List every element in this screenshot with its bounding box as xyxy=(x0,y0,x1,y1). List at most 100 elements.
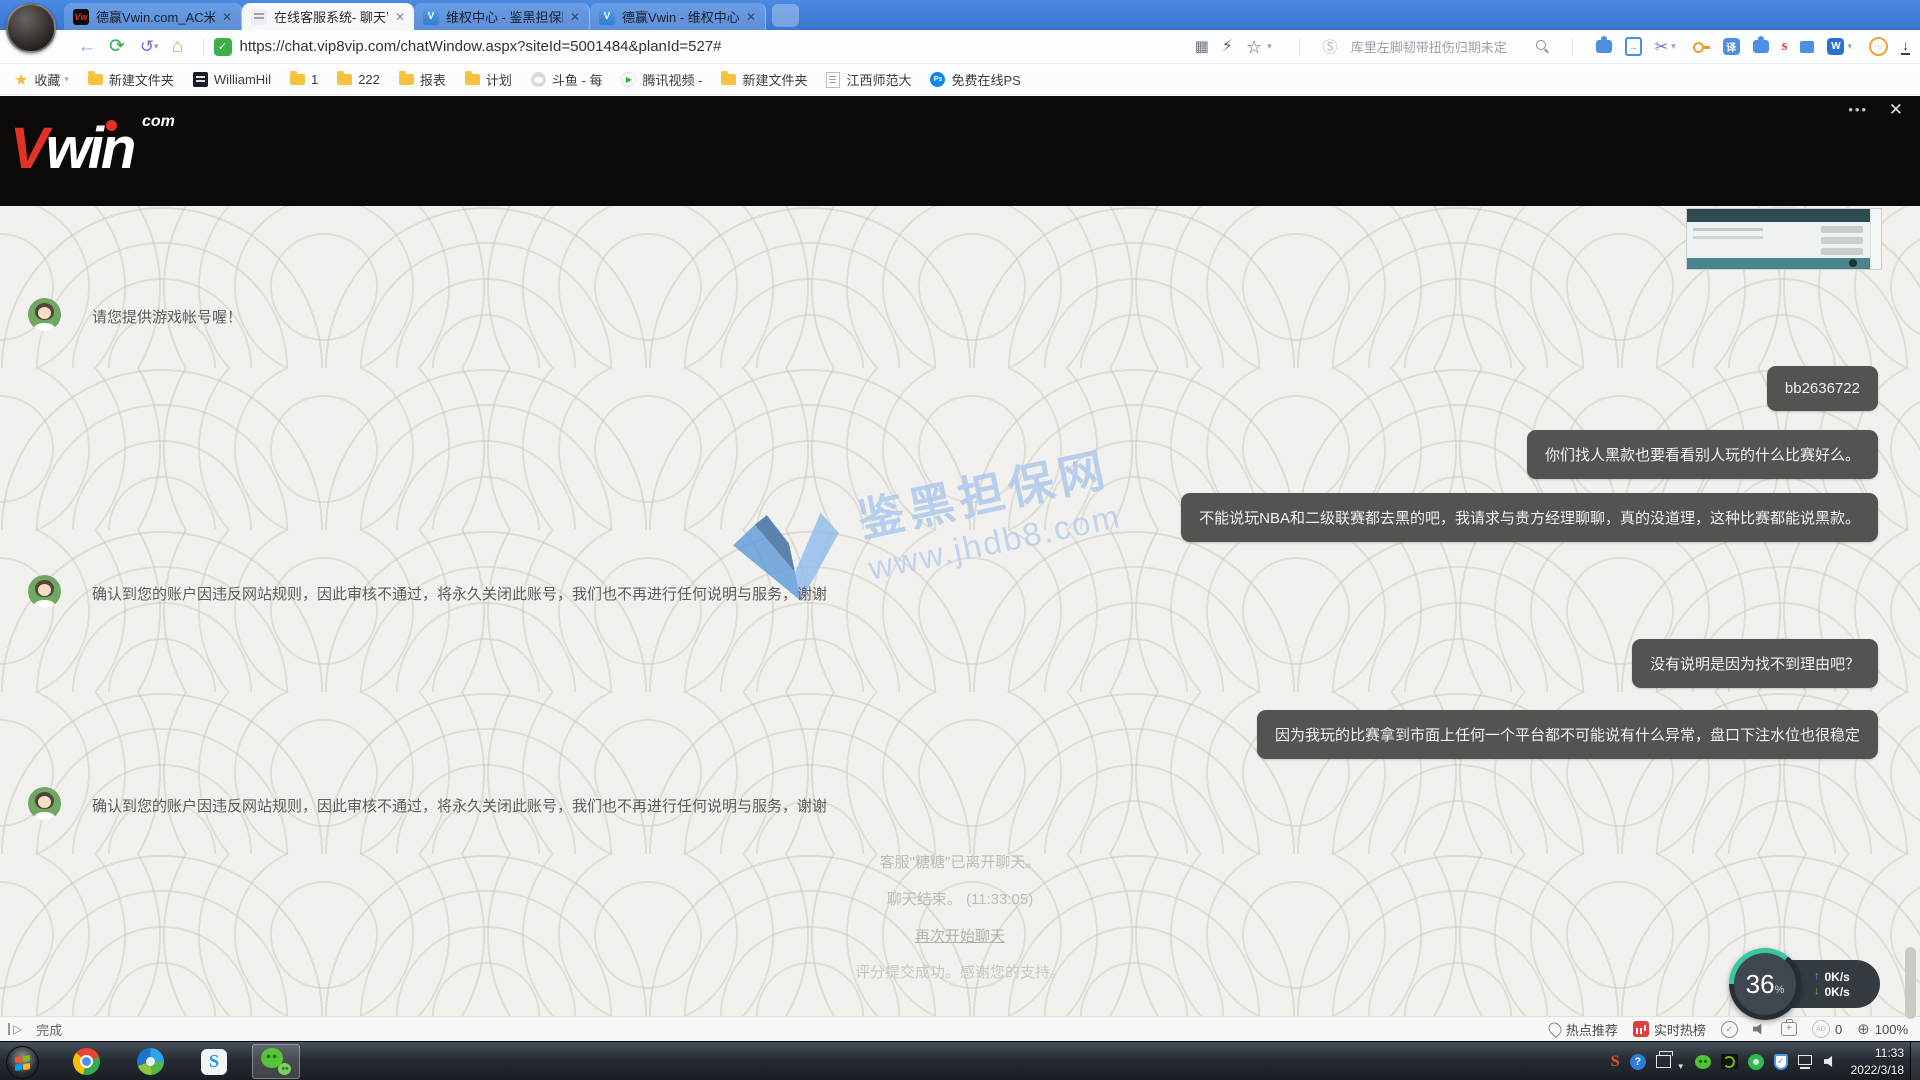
tab-close-icon[interactable]: ✕ xyxy=(570,10,580,24)
wechat-tray-icon[interactable] xyxy=(1695,1055,1711,1069)
vwin-logo[interactable]: Vwin com xyxy=(10,120,133,178)
browser-360-icon xyxy=(137,1048,164,1075)
screen: Vw 德赢Vwin.com_AC米兰 ✕ 在线客服系统- 聊天窗口 ✕ V 维权… xyxy=(0,0,1920,1080)
chevron-down-icon: ▾ xyxy=(64,74,69,85)
tab-weiquan-center[interactable]: V 维权中心 - 鉴黑担保网 ✕ xyxy=(414,3,590,30)
bookmark-douyu[interactable]: 斗鱼 - 每 xyxy=(531,70,603,89)
document-icon xyxy=(826,72,840,88)
folder-icon xyxy=(399,74,414,85)
watermark-url: www.jhdb8.com xyxy=(865,497,1124,588)
bookmark-folder[interactable]: 报表 xyxy=(399,70,446,89)
memory-usage-ball[interactable]: 36% xyxy=(1729,948,1801,1020)
bookmark-tencent-video[interactable]: ▶腾讯视频 - xyxy=(621,70,702,89)
word-extension-icon[interactable]: W xyxy=(1827,38,1844,55)
site-security-icon[interactable]: ✓ xyxy=(214,38,232,56)
bar-chart-icon xyxy=(1633,1021,1649,1037)
refresh-button[interactable]: ⟳ xyxy=(102,37,132,56)
upload-speed: 0K/s xyxy=(1825,971,1850,983)
bookmark-online-ps[interactable]: Ps免费在线PS xyxy=(930,70,1020,89)
security-check-icon[interactable]: ✓ xyxy=(1721,1021,1738,1038)
browser-profile-avatar[interactable] xyxy=(6,3,56,53)
search-suggestion-input[interactable]: 库里左脚韧带扭伤归期未定 xyxy=(1351,37,1523,56)
favorite-dropdown-icon[interactable]: ▾ xyxy=(1267,41,1272,52)
taskbar-clock[interactable]: 11:33 2022/3/18 xyxy=(1851,1045,1904,1077)
trending-list-button[interactable]: 实时热榜 xyxy=(1633,1020,1706,1039)
zoom-control[interactable]: ⊕ 100% xyxy=(1857,1020,1908,1038)
bookmark-williamhill[interactable]: WilliamHil xyxy=(193,72,271,87)
show-desktop-button[interactable] xyxy=(1910,1042,1920,1080)
volume-tray-icon[interactable] xyxy=(1824,1055,1837,1068)
vertical-scrollbar-thumb[interactable] xyxy=(1905,947,1916,1019)
ad-icon: AD xyxy=(1812,1020,1830,1038)
bookmark-folder[interactable]: 计划 xyxy=(465,70,512,89)
screenshot-scissors-icon[interactable]: ✂ xyxy=(1655,37,1668,57)
word-dropdown-icon[interactable]: ▾ xyxy=(1847,41,1852,52)
page-close-icon[interactable]: ✕ xyxy=(1889,100,1903,120)
site-icon xyxy=(193,72,208,87)
jhdb-favicon: V xyxy=(423,9,439,25)
chat-message-left: 确认到您的账户因违反网站规则，因此审核不通过，将永久关闭此账号，我们也不再进行任… xyxy=(92,795,827,816)
tab-close-icon[interactable]: ✕ xyxy=(395,10,405,24)
scissors-dropdown-icon[interactable]: ▾ xyxy=(1671,41,1676,52)
hot-recommend-button[interactable]: 热点推荐 xyxy=(1549,1020,1618,1039)
shopping-extension-icon[interactable]: s xyxy=(1782,38,1788,55)
windows-stack-icon[interactable] xyxy=(1800,41,1814,53)
favorites-menu[interactable]: ★ 收藏 ▾ xyxy=(14,70,69,90)
boost-lightning-icon[interactable]: ⚡ xyxy=(1222,39,1233,55)
taskbar-s-app[interactable]: S xyxy=(190,1044,238,1079)
security-shield-tray-icon[interactable]: ✓ xyxy=(1774,1054,1788,1070)
green-app-tray-icon[interactable] xyxy=(1748,1054,1764,1070)
tab-vwin-weiquan[interactable]: V 德赢Vwin - 维权中心 - ✕ xyxy=(590,3,766,30)
extension-login-icon[interactable]: → xyxy=(1625,37,1642,56)
tray-expand-icon[interactable]: ▼ xyxy=(1677,1062,1685,1071)
bookmark-folder[interactable]: 新建文件夹 xyxy=(88,70,174,89)
translate-icon[interactable]: 译 xyxy=(1723,38,1740,55)
more-extensions-icon[interactable]: ⋯ xyxy=(1869,37,1888,56)
extension-puzzle-icon[interactable] xyxy=(1596,40,1612,53)
tab-vwin-home[interactable]: Vw 德赢Vwin.com_AC米兰 ✕ xyxy=(64,3,242,30)
nvidia-tray-icon[interactable] xyxy=(1721,1054,1738,1069)
zoom-icon: ⊕ xyxy=(1857,1020,1870,1038)
chat-message-right: bb2636722 xyxy=(1767,366,1878,411)
start-button[interactable] xyxy=(6,1046,39,1079)
home-button[interactable]: ⌂ xyxy=(163,37,193,56)
back-button[interactable]: ← xyxy=(72,37,102,56)
toolbar-divider xyxy=(203,38,204,56)
agent-avatar xyxy=(28,575,61,608)
thumb-buttons xyxy=(1821,226,1863,233)
loading-indicator-icon: ▷ xyxy=(8,1023,22,1035)
favorite-star-icon[interactable]: ☆ xyxy=(1246,38,1262,56)
undo-dropdown-icon[interactable]: ▾ xyxy=(154,41,159,52)
toolbox-icon[interactable]: + xyxy=(1781,1022,1797,1036)
bookmark-folder[interactable]: 1 xyxy=(290,72,318,87)
password-key-icon[interactable] xyxy=(1693,42,1710,51)
bookmark-folder[interactable]: 新建文件夹 xyxy=(721,70,807,89)
bookmark-folder[interactable]: 222 xyxy=(337,72,380,87)
chat-image-thumbnail[interactable] xyxy=(1686,208,1882,270)
download-icon[interactable]: ↓ xyxy=(1901,38,1910,55)
network-tray-icon[interactable] xyxy=(1798,1055,1814,1069)
extension-puzzle-icon[interactable] xyxy=(1753,40,1769,53)
window-restore-tray-icon[interactable] xyxy=(1656,1055,1671,1068)
sogou-tray-icon[interactable]: S xyxy=(1611,1053,1620,1071)
ad-block-counter[interactable]: AD 0 xyxy=(1812,1020,1842,1038)
help-tray-icon[interactable]: ? xyxy=(1630,1054,1646,1070)
apps-grid-icon[interactable]: ▦ xyxy=(1195,39,1209,54)
search-engine-icon[interactable]: Ⓢ xyxy=(1323,36,1338,57)
taskbar-chrome[interactable] xyxy=(62,1044,110,1079)
new-tab-button[interactable] xyxy=(772,4,799,27)
taskbar-360-browser[interactable] xyxy=(126,1044,174,1079)
tab-close-icon[interactable]: ✕ xyxy=(222,10,232,24)
agent-avatar xyxy=(28,298,61,331)
mute-speaker-icon[interactable] xyxy=(1753,1023,1766,1036)
toolbar-divider xyxy=(1572,38,1573,56)
address-bar[interactable]: https://chat.vip8vip.com/chatWindow.aspx… xyxy=(240,38,1195,55)
search-icon[interactable] xyxy=(1536,40,1549,53)
restart-chat-link[interactable]: 再次开始聊天 xyxy=(915,928,1005,945)
taskbar-wechat[interactable] xyxy=(252,1044,300,1079)
tab-chat-window[interactable]: 在线客服系统- 聊天窗口 ✕ xyxy=(242,3,414,30)
system-agent-left: 客服"糖糖"已离开聊天。 xyxy=(0,851,1920,872)
tab-close-icon[interactable]: ✕ xyxy=(746,10,756,24)
bookmark-jxnu[interactable]: 江西师范大 xyxy=(826,70,911,89)
page-menu-dots-icon[interactable]: ••• xyxy=(1848,102,1868,117)
